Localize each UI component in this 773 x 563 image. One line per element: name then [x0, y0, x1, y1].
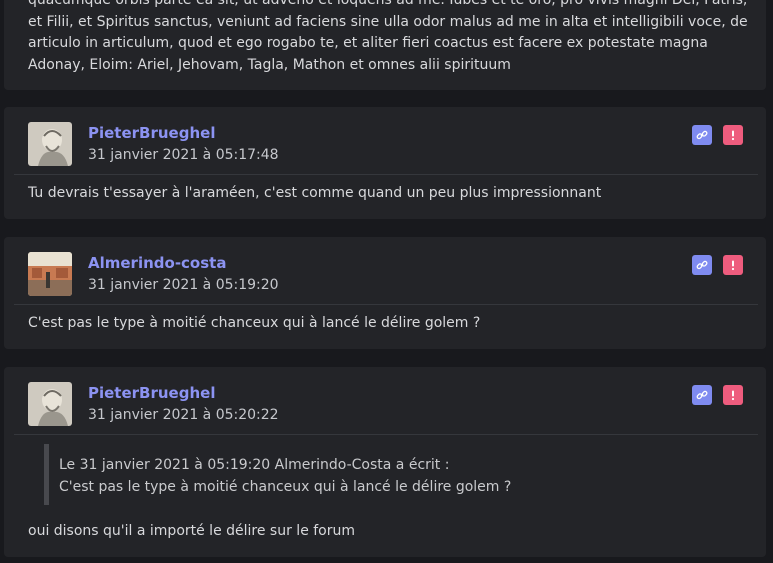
- divider: [14, 434, 758, 435]
- post-card-top: quacumque orbis parte ea sit, ut adveno …: [4, 0, 766, 90]
- post-content: quacumque orbis parte ea sit, ut adveno …: [28, 0, 748, 73]
- avatar[interactable]: [28, 382, 72, 426]
- exclamation-icon: [731, 390, 735, 401]
- link-icon: [696, 130, 708, 140]
- permalink-button[interactable]: [692, 255, 712, 275]
- exclamation-icon: [731, 260, 735, 271]
- quote-text: C'est pas le type à moitié chanceux qui …: [59, 479, 512, 495]
- report-button[interactable]: [723, 385, 743, 405]
- report-button[interactable]: [723, 255, 743, 275]
- quote-block: Le 31 janvier 2021 à 05:19:20 Almerindo-…: [44, 444, 734, 505]
- post-card: PieterBrueghel 31 janvier 2021 à 05:17:4…: [4, 107, 766, 219]
- quote-header: Le 31 janvier 2021 à 05:19:20 Almerindo-…: [59, 457, 450, 473]
- username-link[interactable]: Almerindo-costa: [88, 254, 226, 272]
- exclamation-icon: [731, 130, 735, 141]
- post-card: PieterBrueghel 31 janvier 2021 à 05:20:2…: [4, 367, 766, 557]
- avatar[interactable]: [28, 252, 72, 296]
- divider: [14, 174, 758, 175]
- post-content: oui disons qu'il a importé le délire sur…: [28, 523, 356, 539]
- report-button[interactable]: [723, 125, 743, 145]
- post-card: Almerindo-costa 31 janvier 2021 à 05:19:…: [4, 237, 766, 349]
- permalink-button[interactable]: [692, 385, 712, 405]
- avatar[interactable]: [28, 122, 72, 166]
- username-link[interactable]: PieterBrueghel: [88, 384, 215, 402]
- link-icon: [696, 390, 708, 400]
- post-date[interactable]: 31 janvier 2021 à 05:17:48: [88, 147, 279, 163]
- post-date[interactable]: 31 janvier 2021 à 05:19:20: [88, 277, 279, 293]
- link-icon: [696, 260, 708, 270]
- post-content: Tu devrais t'essayer à l'araméen, c'est …: [28, 185, 602, 201]
- post-date[interactable]: 31 janvier 2021 à 05:20:22: [88, 407, 279, 423]
- permalink-button[interactable]: [692, 125, 712, 145]
- username-link[interactable]: PieterBrueghel: [88, 124, 215, 142]
- post-content: C'est pas le type à moitié chanceux qui …: [28, 315, 481, 331]
- divider: [14, 304, 758, 305]
